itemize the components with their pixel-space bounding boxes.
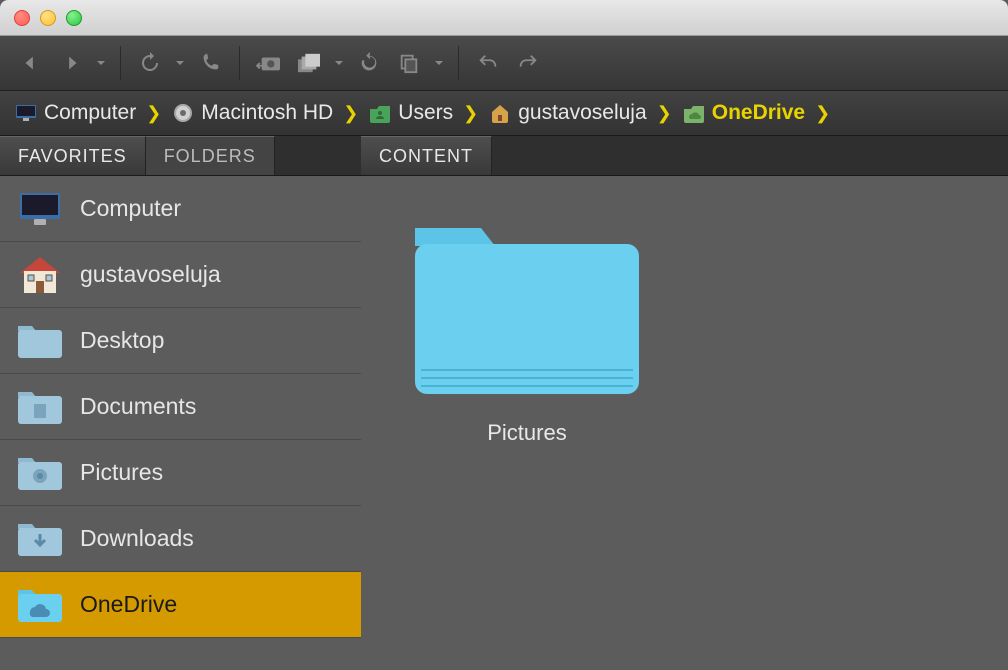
sidebar-item-label: gustavoseluja [80,261,221,288]
downloads-folder-icon [14,516,66,562]
tab-label: CONTENT [379,146,473,167]
chevron-down-icon [95,57,107,69]
tab-label: FOLDERS [164,146,256,167]
disk-icon [171,103,195,123]
onedrive-folder-icon [682,103,706,123]
recent-dropdown[interactable] [173,57,187,69]
breadcrumb-label: OneDrive [712,101,805,125]
toolbar [0,36,1008,91]
sidebar-item-label: Downloads [80,525,194,552]
documents-folder-icon [14,384,66,430]
sidebar-item-downloads[interactable]: Downloads [0,506,361,572]
toolbar-separator [120,46,121,80]
sidebar-tabs: FAVORITES FOLDERS [0,136,361,176]
arrow-right-icon [60,52,82,74]
clock-back-icon [138,51,162,75]
sidebar-item-label: OneDrive [80,591,177,618]
desktop-folder-icon [14,318,66,364]
chevron-down-icon [433,57,445,69]
chevron-down-icon [333,57,345,69]
sidebar-item-label: Desktop [80,327,164,354]
import-button[interactable] [252,46,286,80]
copy-button[interactable] [392,46,426,80]
breadcrumb-separator-icon: ❯ [657,103,672,124]
breadcrumb-computer[interactable]: Computer [14,101,136,125]
refresh-button[interactable] [352,46,386,80]
home-icon [14,252,66,298]
breadcrumb-separator-icon: ❯ [343,103,358,124]
refresh-icon [358,52,380,74]
breadcrumb-separator-icon: ❯ [146,103,161,124]
computer-icon [14,186,66,232]
undo-icon [477,52,499,74]
sidebar-item-computer[interactable]: Computer [0,176,361,242]
breadcrumb-label: Users [398,101,453,125]
titlebar [0,0,1008,36]
phone-icon [199,52,221,74]
stacks-dropdown[interactable] [332,57,346,69]
camera-import-icon [256,52,282,74]
sidebar-item-documents[interactable]: Documents [0,374,361,440]
redo-button[interactable] [511,46,545,80]
minimize-button[interactable] [40,10,56,26]
close-button[interactable] [14,10,30,26]
users-folder-icon [368,103,392,123]
sidebar-item-pictures[interactable]: Pictures [0,440,361,506]
breadcrumb-separator-icon: ❯ [815,103,830,124]
toolbar-separator [239,46,240,80]
breadcrumb-onedrive[interactable]: OneDrive [682,101,805,125]
folder-label: Pictures [487,420,566,446]
content-pane: CONTENT Pictures [361,136,1008,670]
phone-button[interactable] [193,46,227,80]
folder-icon [401,206,653,406]
stacks-button[interactable] [292,46,326,80]
sidebar-item-label: Documents [80,393,196,420]
breadcrumb-macintosh-hd[interactable]: Macintosh HD [171,101,333,125]
sidebar: FAVORITES FOLDERS Computer gu [0,136,361,670]
forward-button[interactable] [54,46,88,80]
sidebar-item-user-home[interactable]: gustavoseluja [0,242,361,308]
undo-button[interactable] [471,46,505,80]
window-body: FAVORITES FOLDERS Computer gu [0,136,1008,670]
tab-label: FAVORITES [18,146,127,167]
breadcrumb-user-home[interactable]: gustavoseluja [488,101,646,125]
stack-icon [296,52,322,74]
sidebar-item-label: Pictures [80,459,163,486]
content-tabs: CONTENT [361,136,1008,176]
pictures-folder-icon [14,450,66,496]
breadcrumb-separator-icon: ❯ [463,103,478,124]
redo-icon [517,52,539,74]
content-area[interactable]: Pictures [361,176,1008,670]
sidebar-item-onedrive[interactable]: OneDrive [0,572,361,638]
tab-favorites[interactable]: FAVORITES [0,136,146,175]
back-button[interactable] [14,46,48,80]
history-dropdown[interactable] [94,57,108,69]
sidebar-list: Computer gustavoseluja Desktop [0,176,361,670]
home-icon [488,103,512,123]
onedrive-folder-icon [14,582,66,628]
recent-button[interactable] [133,46,167,80]
toolbar-separator [458,46,459,80]
sidebar-item-label: Computer [80,195,181,222]
breadcrumb-label: gustavoseluja [518,101,646,125]
arrow-left-icon [20,52,42,74]
tab-content[interactable]: CONTENT [361,136,492,175]
chevron-down-icon [174,57,186,69]
folder-item-pictures[interactable]: Pictures [401,206,653,446]
breadcrumb-bar: Computer ❯ Macintosh HD ❯ Users ❯ gustav… [0,91,1008,136]
copy-dropdown[interactable] [432,57,446,69]
breadcrumb-label: Computer [44,101,136,125]
breadcrumb-users[interactable]: Users [368,101,453,125]
tab-folders[interactable]: FOLDERS [146,136,275,175]
file-browser-window: Computer ❯ Macintosh HD ❯ Users ❯ gustav… [0,0,1008,670]
breadcrumb-label: Macintosh HD [201,101,333,125]
computer-icon [14,103,38,123]
sidebar-item-desktop[interactable]: Desktop [0,308,361,374]
copy-icon [398,52,420,74]
maximize-button[interactable] [66,10,82,26]
